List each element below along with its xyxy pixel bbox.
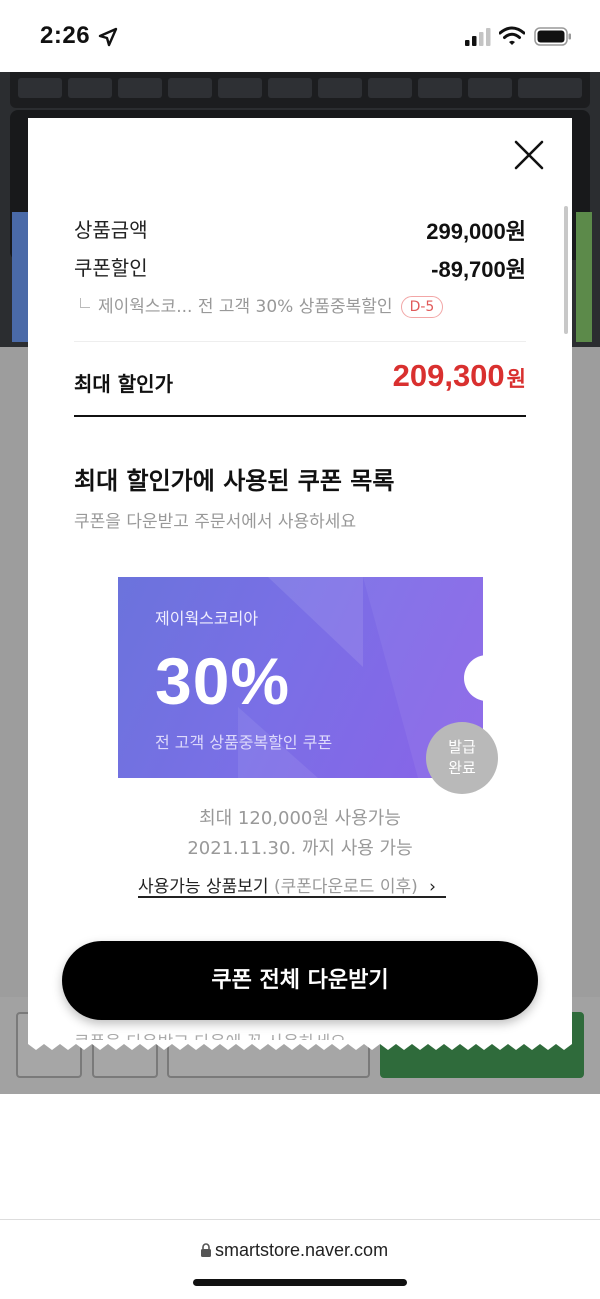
download-all-coupons-button[interactable]: 쿠폰 전체 다운받기 — [62, 941, 538, 1020]
corner-indent-icon — [80, 298, 90, 308]
divider — [74, 341, 526, 342]
coupon-detail-row: 제이웍스코... 전 고객 30% 상품중복할인 D-5 — [80, 292, 444, 318]
status-bar: 2:26 — [0, 0, 600, 72]
dday-badge: D-5 — [400, 296, 444, 318]
coupon-description: 전 고객 상품중복할인 쿠폰 — [155, 733, 333, 752]
link-underline — [138, 896, 446, 898]
home-indicator — [193, 1279, 407, 1286]
close-icon[interactable] — [512, 138, 546, 172]
available-products-link[interactable]: 사용가능 상품보기 (쿠폰다운로드 이후) › — [138, 872, 446, 898]
issued-badge-line2: 완료 — [448, 759, 476, 777]
cellular-signal-icon — [465, 28, 491, 46]
price-row-value: -89,700원 — [431, 257, 526, 282]
browser-url-bar[interactable]: smartstore.naver.com — [0, 1219, 600, 1299]
url-text[interactable]: smartstore.naver.com — [215, 1240, 388, 1261]
lock-icon — [201, 1243, 211, 1257]
divider-bold — [74, 415, 526, 417]
max-discount-unit: 원 — [506, 368, 526, 391]
coupon-brand: 제이웍스코리아 — [155, 609, 259, 628]
coupon-valid-until: 2021.11.30. 까지 사용 가능 — [187, 838, 413, 859]
status-time: 2:26 — [40, 22, 91, 49]
max-discount-label: 최대 할인가 — [74, 372, 173, 396]
issued-badge: 발급 완료 — [426, 722, 498, 794]
keyboard-keys-image — [10, 72, 590, 108]
battery-icon — [534, 27, 571, 46]
keyboard-led-left — [12, 212, 28, 342]
available-products-label: 사용가능 상품보기 — [138, 877, 269, 897]
price-row-value: 299,000원 — [426, 219, 526, 244]
section-title: 최대 할인가에 사용된 쿠폰 목록 — [74, 467, 395, 495]
modal-zigzag-edge — [28, 1040, 572, 1050]
wifi-icon — [499, 26, 525, 45]
section-subtitle: 쿠폰을 다운받고 주문서에서 사용하세요 — [74, 512, 357, 532]
coupon-detail-text: 제이웍스코... 전 고객 30% 상품중복할인 — [98, 297, 393, 317]
available-products-hint: (쿠폰다운로드 이후) — [273, 877, 418, 897]
price-row-label: 쿠폰할인 — [74, 256, 148, 280]
max-discount-amount: 209,300 — [392, 358, 505, 393]
price-row-label: 상품금액 — [74, 218, 148, 242]
coupon-modal: 상품금액 299,000원 쿠폰할인 -89,700원 제이웍스코... 전 고… — [28, 118, 572, 1043]
location-arrow-icon — [98, 27, 118, 47]
max-discount-value: 209,300원 — [393, 358, 526, 394]
coupon-max-use: 최대 120,000원 사용가능 — [199, 808, 401, 829]
chevron-right-icon: › — [429, 877, 436, 897]
coupon-percent: 30% — [155, 644, 291, 718]
issued-badge-line1: 발급 — [448, 738, 476, 756]
coupon-notch — [464, 655, 510, 701]
keyboard-led-right — [576, 212, 592, 342]
scrollbar[interactable] — [564, 206, 568, 334]
